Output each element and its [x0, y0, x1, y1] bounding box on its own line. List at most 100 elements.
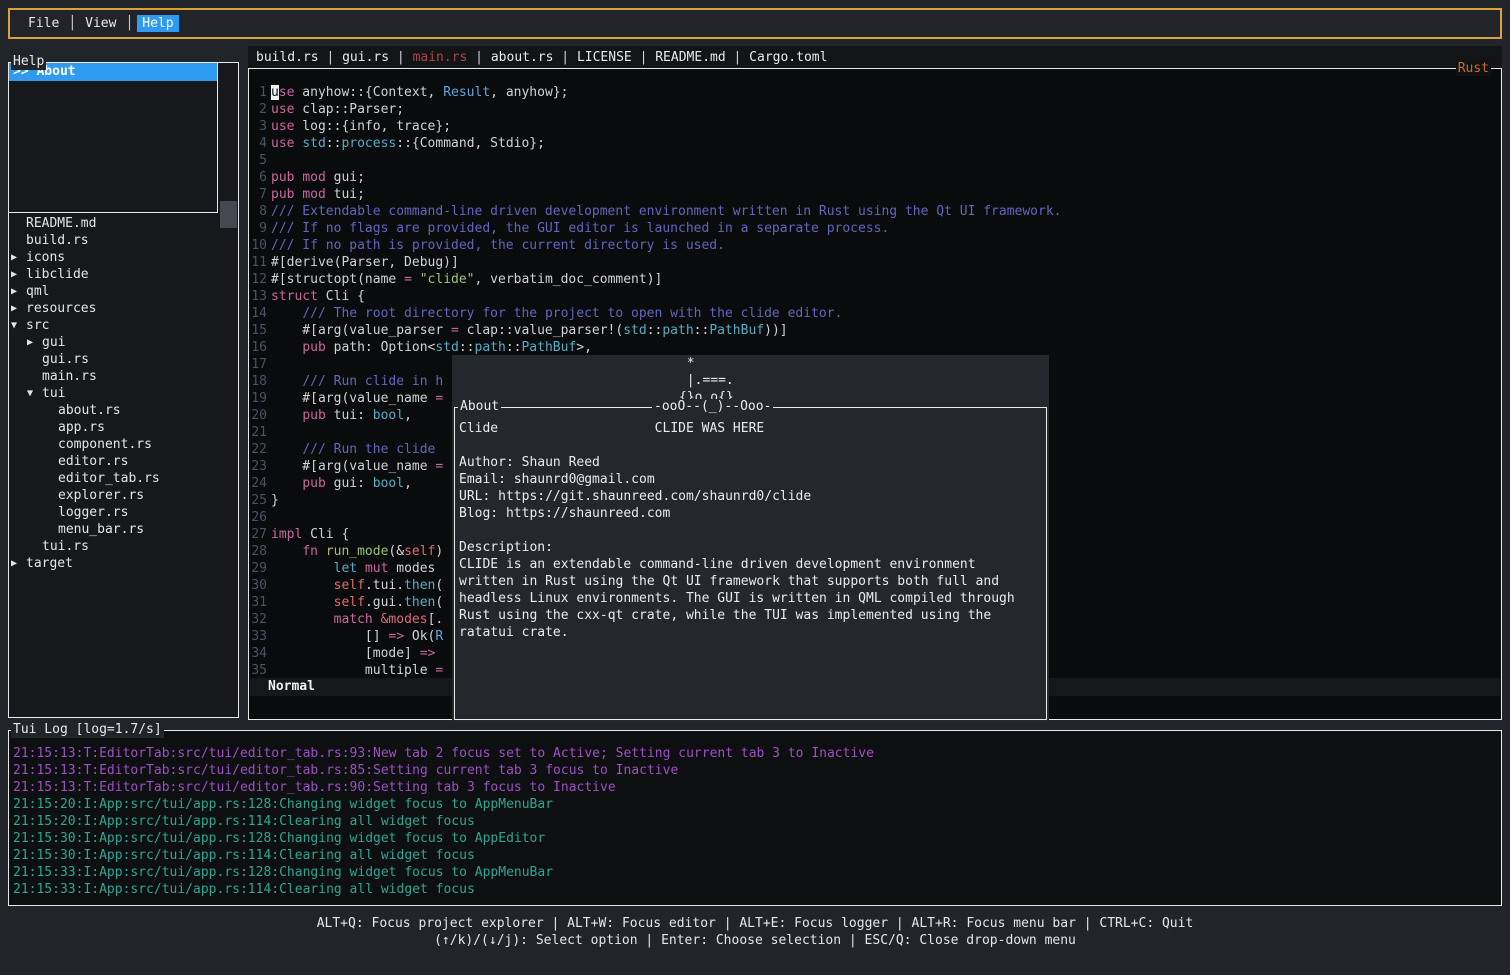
tree-item-resources[interactable]: ▶resources [9, 300, 237, 317]
help-dropdown-title: Help [11, 54, 46, 70]
line-number: 24 [249, 475, 267, 492]
tree-item-tui[interactable]: ▼tui [9, 385, 237, 402]
tree-item-build.rs[interactable]: build.rs [9, 232, 237, 249]
tree-item-label: explorer.rs [58, 487, 144, 504]
code-token: :: [506, 340, 522, 355]
line-number: 2 [249, 101, 267, 118]
code-token: mod [302, 170, 325, 185]
tab-build.rs[interactable]: build.rs [256, 50, 319, 65]
code-text: /// If no path is provided, the current … [271, 237, 725, 254]
code-token: log::{info, trace}; [294, 119, 451, 134]
code-token: "clide" [420, 272, 475, 287]
code-token: path [662, 323, 693, 338]
line-number: 15 [249, 322, 267, 339]
tree-item-gui[interactable]: ▶gui [9, 334, 237, 351]
code-text: pub mod gui; [271, 169, 365, 186]
menu-item-help[interactable]: Help [137, 15, 178, 32]
tree-item-src[interactable]: ▼src [9, 317, 237, 334]
tab-about.rs[interactable]: about.rs [491, 50, 554, 65]
tree-item-menu_bar.rs[interactable]: menu_bar.rs [9, 521, 237, 538]
tree-item-readme.md[interactable]: README.md [9, 215, 237, 232]
code-token: :: [694, 323, 710, 338]
line-number: 6 [249, 169, 267, 186]
clide-tui-screen: File│View│Help README.mdbuild.rs▶icons▶l… [0, 0, 1510, 975]
tree-item-logger.rs[interactable]: logger.rs [9, 504, 237, 521]
ascii-art-line: * [452, 355, 1049, 372]
code-token [271, 578, 334, 593]
code-token: se [279, 85, 295, 100]
code-token: = [404, 272, 412, 287]
tui-log-title: Tui Log [log=1.7/s] [11, 722, 164, 738]
explorer-scrollbar-thumb[interactable] [220, 201, 237, 228]
about-text-line: headless Linux environments. The GUI is … [459, 590, 1044, 607]
tree-item-gui.rs[interactable]: gui.rs [9, 351, 237, 368]
tab-readme.md[interactable]: README.md [655, 50, 725, 65]
tree-item-label: about.rs [58, 402, 121, 419]
line-number: 3 [249, 118, 267, 135]
tree-item-label: target [26, 555, 73, 572]
code-token: Result [443, 85, 490, 100]
tree-indent-spacer [42, 436, 58, 453]
code-token: self [404, 544, 435, 559]
code-token: , [404, 408, 412, 423]
code-token: = [435, 663, 443, 678]
code-token: (& [388, 544, 404, 559]
code-text: pub path: Option<std::path::PathBuf>, [271, 339, 592, 356]
line-number: 23 [249, 458, 267, 475]
code-text: #[derive(Parser, Debug)] [271, 254, 459, 271]
tree-item-component.rs[interactable]: component.rs [9, 436, 237, 453]
tree-item-target[interactable]: ▶target [9, 555, 237, 572]
chevron-collapsed-icon: ▶ [10, 249, 26, 266]
code-token: [] [271, 629, 388, 644]
code-token: /// If no path is provided, the current … [271, 238, 725, 253]
tree-item-label: tui [42, 385, 65, 402]
code-token [271, 374, 302, 389]
code-text: self.gui.then( [271, 594, 443, 611]
tab-license[interactable]: LICENSE [577, 50, 632, 65]
tree-item-libclide[interactable]: ▶libclide [9, 266, 237, 283]
tree-item-main.rs[interactable]: main.rs [9, 368, 237, 385]
code-text: #[arg(value_name = [271, 458, 443, 475]
tab-gui.rs[interactable]: gui.rs [342, 50, 389, 65]
code-token: ( [435, 578, 443, 593]
code-token: std [302, 136, 325, 151]
menu-item-file[interactable]: File [23, 15, 64, 32]
code-token: ( [435, 595, 443, 610]
tree-item-editor.rs[interactable]: editor.rs [9, 453, 237, 470]
tree-item-qml[interactable]: ▶qml [9, 283, 237, 300]
code-token: :: [326, 136, 342, 151]
text-cursor: u [271, 85, 279, 100]
code-line: 3use log::{info, trace}; [249, 118, 1500, 135]
menu-bar: File│View│Help [8, 8, 1502, 39]
menu-separator: │ [68, 16, 76, 31]
menu-item-view[interactable]: View [80, 15, 121, 32]
code-text: use clap::Parser; [271, 101, 404, 118]
tree-item-explorer.rs[interactable]: explorer.rs [9, 487, 237, 504]
code-line: 5 [249, 152, 1500, 169]
code-token: R [435, 629, 443, 644]
chevron-collapsed-icon: ▶ [10, 283, 26, 300]
tab-separator: | [632, 50, 655, 65]
line-number: 21 [249, 424, 267, 441]
tab-cargo.toml[interactable]: Cargo.toml [749, 50, 827, 65]
code-token: run_mode [326, 544, 389, 559]
chevron-collapsed-icon: ▶ [10, 555, 26, 572]
tree-item-app.rs[interactable]: app.rs [9, 419, 237, 436]
code-token: ::{Command, Stdio}; [396, 136, 545, 151]
code-token [373, 612, 381, 627]
about-text-line: CLIDE is an extendable command-line driv… [459, 556, 1044, 573]
line-number: 28 [249, 543, 267, 560]
code-token: => [420, 646, 436, 661]
file-tree: README.mdbuild.rs▶icons▶libclide▶qml▶res… [9, 215, 237, 572]
about-popup-box: About -ooO--(_)--Ooo- Clide CLIDE WAS HE… [454, 407, 1047, 720]
code-token: then [404, 595, 435, 610]
code-text: #[arg(value_name = [271, 390, 443, 407]
code-token: std [435, 340, 458, 355]
line-number: 19 [249, 390, 267, 407]
tree-item-about.rs[interactable]: about.rs [9, 402, 237, 419]
tab-main.rs[interactable]: main.rs [413, 50, 468, 65]
tree-item-editor_tab.rs[interactable]: editor_tab.rs [9, 470, 237, 487]
tree-item-icons[interactable]: ▶icons [9, 249, 237, 266]
tree-item-label: build.rs [26, 232, 89, 249]
tree-item-tui.rs[interactable]: tui.rs [9, 538, 237, 555]
